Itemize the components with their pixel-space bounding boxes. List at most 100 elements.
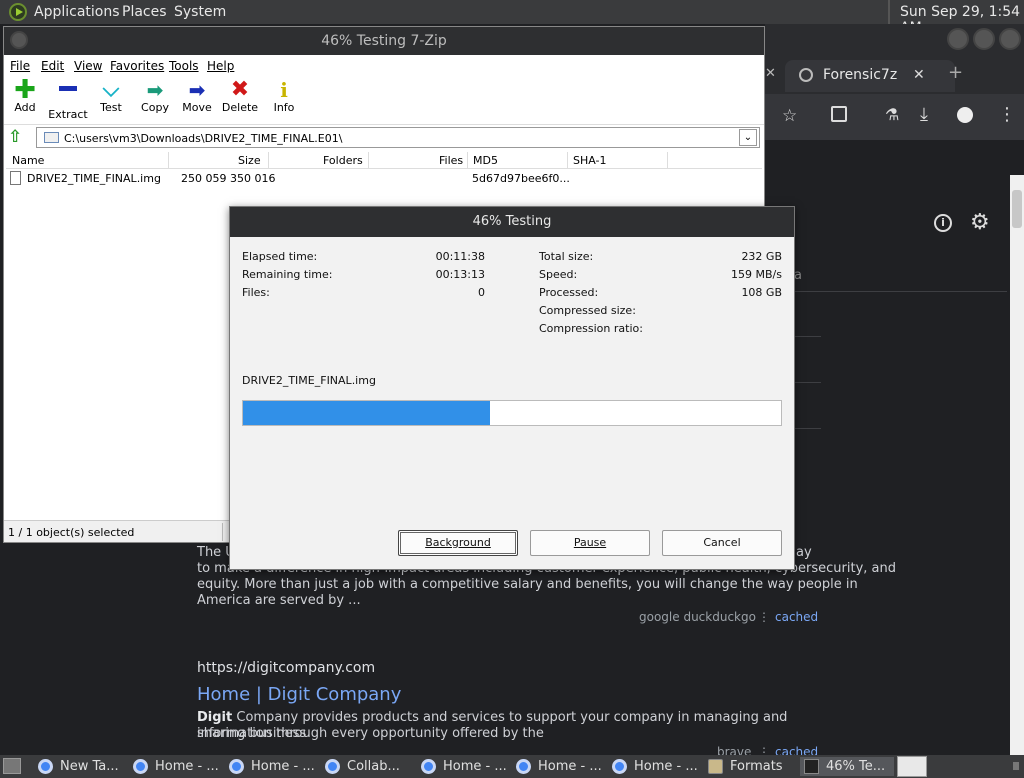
- distro-logo-icon[interactable]: [9, 3, 27, 21]
- copy-button[interactable]: ➡ Copy: [133, 77, 177, 114]
- divider: [795, 291, 1007, 292]
- menu-help[interactable]: Help: [207, 59, 234, 73]
- taskbar-item-home-4[interactable]: Home - ...: [512, 757, 604, 776]
- taskbar-item-collab[interactable]: Collab...: [321, 757, 413, 776]
- scrollbar-thumb[interactable]: [1012, 190, 1022, 228]
- download-icon[interactable]: ⤓: [920, 104, 928, 125]
- gear-icon[interactable]: ⚙: [970, 210, 990, 235]
- col-sha1[interactable]: SHA-1: [573, 154, 607, 167]
- show-desktop-icon[interactable]: [3, 758, 21, 774]
- col-folders[interactable]: Folders: [323, 154, 363, 167]
- progress-dialog: 46% Testing Elapsed time: 00:11:38 Remai…: [229, 206, 795, 570]
- kebab-icon[interactable]: ⋮: [758, 610, 770, 624]
- background-button[interactable]: Background: [398, 530, 518, 556]
- menu-applications[interactable]: Applications: [34, 4, 120, 20]
- browser-titlebar: [765, 24, 1024, 54]
- progress-bar: [242, 400, 782, 426]
- scrollbar[interactable]: [1010, 175, 1024, 755]
- tab-close-icon[interactable]: ✕: [913, 67, 925, 83]
- row-name: DRIVE2_TIME_FINAL.img: [27, 172, 161, 185]
- taskbar-item-label: Home - ...: [443, 759, 507, 774]
- progress-bar-fill: [243, 401, 490, 425]
- column-divider: [168, 152, 169, 168]
- extensions-icon[interactable]: [831, 106, 847, 122]
- tab-title: Forensic7z: [823, 67, 898, 83]
- taskbar-item-home-3[interactable]: Home - ...: [417, 757, 509, 776]
- taskbar-item-new-tab[interactable]: New Ta...: [34, 757, 126, 776]
- pause-button[interactable]: Pause: [530, 530, 650, 556]
- processed-label: Processed:: [539, 286, 599, 299]
- chromium-icon: [133, 759, 148, 774]
- info-label: Info: [273, 101, 295, 114]
- taskbar: New Ta... Home - ... Home - ... Collab..…: [0, 755, 1024, 778]
- minimize-icon[interactable]: [947, 28, 969, 50]
- col-size[interactable]: Size: [238, 154, 261, 167]
- sevenzip-titlebar[interactable]: 46% Testing 7-Zip: [4, 27, 764, 55]
- path-input[interactable]: C:\users\vm3\Downloads\DRIVE2_TIME_FINAL…: [36, 127, 760, 148]
- test-button[interactable]: ⌵ Test: [89, 77, 133, 115]
- column-headers: Name Size Folders Files MD5 SHA-1: [6, 151, 762, 169]
- move-label: Move: [182, 101, 212, 114]
- column-divider: [467, 152, 468, 168]
- menu-favorites[interactable]: Favorites: [110, 59, 164, 73]
- delete-button[interactable]: ✖ Delete: [218, 77, 262, 115]
- info-icon[interactable]: i: [934, 214, 952, 232]
- table-row[interactable]: DRIVE2_TIME_FINAL.img 250 059 350 016 5d…: [6, 170, 762, 188]
- result2-snippet: information through every opportunity of…: [197, 726, 544, 741]
- tab-close-icon[interactable]: ✕: [765, 66, 776, 81]
- labs-flask-icon[interactable]: ⚗: [885, 105, 899, 124]
- col-files[interactable]: Files: [439, 154, 463, 167]
- arrow-right-icon: ➡: [188, 78, 206, 102]
- extract-button[interactable]: Extract: [46, 77, 90, 121]
- file-icon: [10, 171, 21, 185]
- new-tab-button[interactable]: +: [948, 62, 963, 83]
- selection-status: 1 / 1 object(s) selected: [8, 526, 135, 539]
- menu-places[interactable]: Places: [122, 4, 167, 20]
- info-button[interactable]: i Info: [262, 77, 306, 114]
- taskbar-item-formats[interactable]: Formats: [704, 757, 796, 776]
- taskbar-item-home-2[interactable]: Home - ...: [225, 757, 317, 776]
- chevron-down-icon[interactable]: ⌄: [739, 129, 757, 146]
- taskbar-item-7zip[interactable]: 46% Te...: [800, 757, 894, 776]
- profile-icon[interactable]: [957, 107, 973, 123]
- result2-url[interactable]: https://digitcompany.com: [197, 660, 375, 676]
- menu-view[interactable]: View: [74, 59, 102, 73]
- menu-file[interactable]: File: [10, 59, 30, 73]
- delete-label: Delete: [221, 101, 259, 114]
- bookmark-star-icon[interactable]: ☆: [782, 106, 797, 126]
- taskbar-item-label: Home - ...: [155, 759, 219, 774]
- menu-kebab-icon[interactable]: ⋮: [998, 104, 1016, 125]
- files-label: Files:: [242, 286, 270, 299]
- add-button[interactable]: ✚ Add: [3, 77, 47, 114]
- taskbar-item-home-1[interactable]: Home - ...: [129, 757, 221, 776]
- col-md5[interactable]: MD5: [473, 154, 498, 167]
- globe-icon: [799, 68, 813, 82]
- result2-title-link[interactable]: Home | Digit Company: [197, 684, 401, 705]
- partial-tab-label: a: [794, 268, 802, 283]
- current-file: DRIVE2_TIME_FINAL.img: [242, 374, 376, 387]
- maximize-icon[interactable]: [973, 28, 995, 50]
- chromium-icon: [325, 759, 340, 774]
- arrow-right-icon: ➡: [146, 78, 164, 102]
- menubar: File Edit View Favorites Tools Help: [4, 55, 764, 77]
- column-divider: [567, 152, 568, 168]
- status-divider: [222, 523, 223, 541]
- close-icon[interactable]: [999, 28, 1021, 50]
- taskbar-item-home-5[interactable]: Home - ...: [608, 757, 700, 776]
- tab-forensic7z[interactable]: Forensic7z ✕: [785, 60, 955, 92]
- cancel-button[interactable]: Cancel: [662, 530, 782, 556]
- menu-tools[interactable]: Tools: [169, 59, 199, 73]
- dialog-titlebar[interactable]: 46% Testing: [230, 207, 794, 237]
- move-button[interactable]: ➡ Move: [175, 77, 219, 114]
- window-menu-icon[interactable]: [10, 31, 28, 49]
- workspace-switcher[interactable]: [897, 756, 927, 777]
- chromium-icon: [38, 759, 53, 774]
- result1-cached-link[interactable]: cached: [775, 610, 818, 624]
- up-folder-icon[interactable]: ⇧: [8, 127, 22, 147]
- tray-handle-icon[interactable]: [1013, 762, 1019, 770]
- files-value: 0: [478, 286, 485, 299]
- sevenzip-icon: [804, 759, 819, 774]
- menu-edit[interactable]: Edit: [41, 59, 64, 73]
- menu-system[interactable]: System: [174, 4, 226, 20]
- col-name[interactable]: Name: [12, 154, 44, 167]
